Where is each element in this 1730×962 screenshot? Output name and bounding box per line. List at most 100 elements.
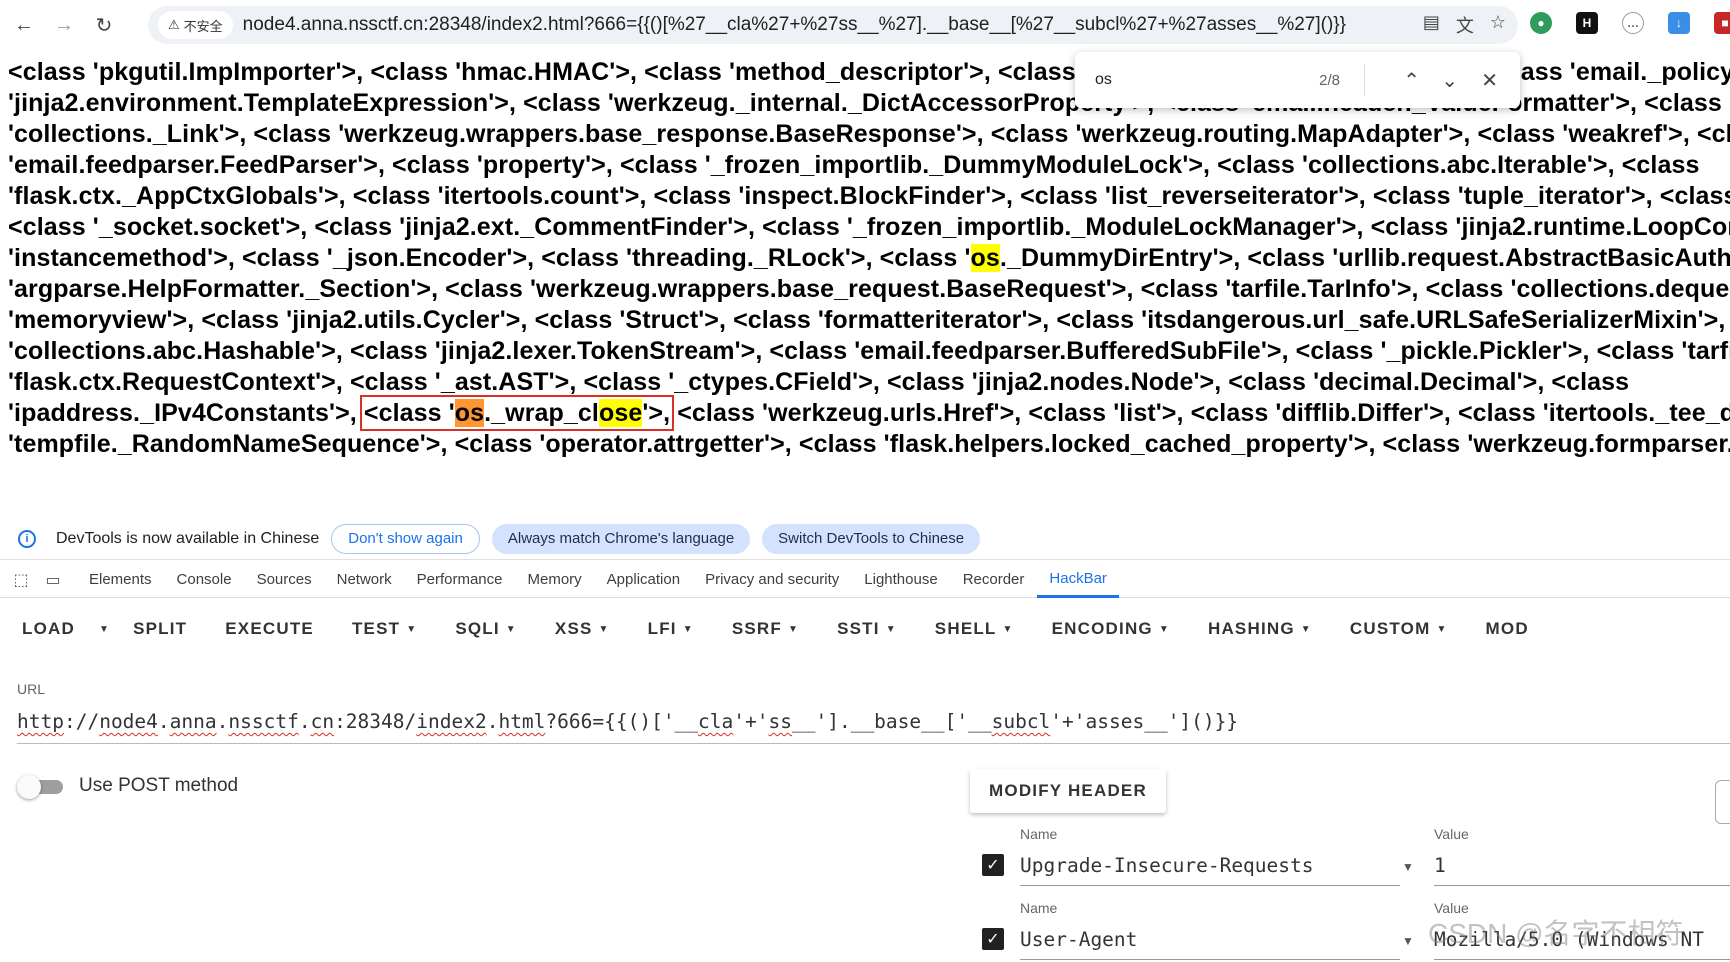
header-name-input[interactable]: Upgrade-Insecure-Requests [1020, 850, 1400, 886]
tab-performance[interactable]: Performance [417, 562, 503, 598]
back-arrow-icon[interactable]: ← [4, 5, 44, 45]
menu-label: LOAD [22, 619, 75, 638]
find-previous-icon[interactable]: ⌃ [1403, 68, 1420, 93]
forward-arrow-icon[interactable]: → [44, 5, 84, 45]
hackbar-execute-button[interactable]: EXECUTE [225, 619, 314, 639]
find-close-icon[interactable]: ✕ [1481, 68, 1498, 93]
hackbar-hashing-button[interactable]: HASHING ▼ [1208, 619, 1312, 639]
chat-icon[interactable]: … [1622, 12, 1644, 34]
post-method-row: Use POST method [17, 775, 238, 799]
line-text: 'collections.abc.Hashable'>, <class 'jin… [8, 337, 1730, 365]
caret-down-icon: ▼ [885, 624, 897, 636]
menu-label: SSTI [837, 619, 880, 638]
hackbar-ssrf-button[interactable]: SSRF ▼ [732, 619, 799, 639]
caret-down-icon: ▼ [598, 624, 610, 636]
url-text-segment: cn [310, 710, 335, 733]
hackbar-lfi-button[interactable]: LFI ▼ [648, 619, 694, 639]
header-name-label: Name [1020, 900, 1058, 916]
hackbar-load-button[interactable]: LOAD ▼ [22, 619, 110, 639]
dropdown-caret-icon[interactable]: ▼ [1402, 934, 1414, 948]
header-value-input[interactable]: 1 [1434, 850, 1730, 886]
tab-hackbar[interactable]: HackBar [1037, 562, 1119, 598]
header-name-label: Name [1020, 826, 1058, 842]
extension-h-icon[interactable]: H [1576, 12, 1598, 34]
address-bar-icons: ▤ 文 ☆ [1423, 12, 1506, 38]
url-text-segment: html [498, 710, 546, 733]
hackbar-test-button[interactable]: TEST ▼ [352, 619, 417, 639]
switch-devtools-chinese-button[interactable]: Switch DevTools to Chinese [762, 523, 981, 554]
tab-elements[interactable]: Elements [89, 562, 152, 598]
tab-recorder[interactable]: Recorder [963, 562, 1025, 598]
header-enabled-checkbox[interactable]: ✓ [982, 928, 1004, 950]
url-text-segment: . [216, 710, 229, 733]
page-search-icon[interactable]: ▤ [1423, 12, 1440, 38]
insecure-badge[interactable]: ⚠ 不安全 [158, 11, 233, 39]
inspect-element-icon[interactable]: ⬚ [10, 570, 32, 590]
find-input[interactable]: os [1095, 71, 1112, 89]
header-name-input[interactable]: User-Agent [1020, 924, 1400, 960]
menu-label: ENCODING [1051, 619, 1153, 638]
hackbar-mod-button[interactable]: MOD [1486, 619, 1529, 639]
line-text: ._wrap_cl [484, 399, 599, 427]
post-method-toggle[interactable] [17, 775, 65, 799]
bookmark-star-icon[interactable]: ☆ [1490, 12, 1506, 38]
dont-show-again-button[interactable]: Don't show again [331, 523, 480, 554]
address-text[interactable]: node4.anna.nssctf.cn:28348/index2.html?6… [243, 14, 1346, 36]
header-enabled-checkbox[interactable]: ✓ [982, 854, 1004, 876]
hackbar-split-button[interactable]: SPLIT [133, 619, 187, 639]
line-text: 'instancemethod'>, <class '_json.Encoder… [8, 244, 971, 272]
url-text-segment: '+'asses__']()}} [1050, 710, 1239, 733]
tab-application[interactable]: Application [607, 562, 680, 598]
tab-console[interactable]: Console [177, 562, 232, 598]
hackbar-sqli-button[interactable]: SQLI ▼ [455, 619, 517, 639]
menu-label: SHELL [934, 619, 997, 638]
url-text-segment: . [157, 710, 170, 733]
always-match-language-button[interactable]: Always match Chrome's language [491, 523, 751, 554]
reload-icon[interactable]: ↻ [84, 5, 124, 45]
hackbar-custom-button[interactable]: CUSTOM ▼ [1350, 619, 1448, 639]
url-text-segment: subcl [991, 710, 1051, 733]
menu-label: TEST [351, 619, 401, 638]
search-match: os [454, 399, 485, 427]
address-bar[interactable]: ⚠ 不安全 node4.anna.nssctf.cn:28348/index2.… [148, 6, 1518, 44]
url-input[interactable]: http://node4.anna.nssctf.cn:28348/index2… [17, 706, 1730, 744]
tab-lighthouse[interactable]: Lighthouse [864, 562, 937, 598]
url-label: URL [17, 681, 46, 697]
header-row: ✓ Name Upgrade-Insecure-Requests ▼ Value… [982, 826, 1730, 896]
line-text: ._DummyDirEntry'>, <class 'urllib.reques… [999, 244, 1730, 272]
devtools-tab-bar: ⬚ ▭ Elements Console Sources Network Perform… [0, 562, 1730, 598]
translate-icon[interactable]: 文 [1456, 12, 1474, 38]
find-next-icon[interactable]: ⌄ [1441, 68, 1458, 93]
tab-sources[interactable]: Sources [257, 562, 312, 598]
caret-down-icon: ▼ [505, 624, 517, 636]
url-text-segment: index2 [416, 710, 487, 733]
hackbar-ssti-button[interactable]: SSTI ▼ [837, 619, 897, 639]
menu-label: EXECUTE [225, 619, 314, 638]
line-text: <class '_socket.socket'>, <class 'jinja2… [8, 213, 1730, 241]
url-text-segment: ss [768, 710, 792, 733]
line-text: 'tempfile._RandomNameSequence'>, <class … [8, 430, 1730, 458]
devtools-language-infobar: i DevTools is now available in Chinese D… [0, 518, 1730, 560]
side-panel-handle[interactable] [1715, 780, 1730, 824]
search-match: ose [598, 399, 643, 427]
shield-extension-icon[interactable]: ■ [1714, 12, 1730, 34]
hackbar-shell-button[interactable]: SHELL ▼ [935, 619, 1014, 639]
hackbar-menu: LOAD ▼ SPLIT EXECUTE TEST ▼ SQLI ▼ XSS ▼ LFI ▼ SSRF ▼… [0, 600, 1730, 658]
modify-header-button[interactable]: MODIFY HEADER [970, 769, 1166, 813]
download-extension-icon[interactable]: ↓ [1668, 12, 1690, 34]
csdn-watermark: CSDN @名字不相符 [1428, 918, 1684, 949]
tab-network[interactable]: Network [337, 562, 392, 598]
class-list-line: 'instancemethod'>, <class '_json.Encoder… [8, 244, 1730, 273]
load-options-caret-icon[interactable]: ▼ [99, 624, 110, 635]
url-text-segment: nssctf [228, 710, 299, 733]
hackbar-encoding-button[interactable]: ENCODING ▼ [1052, 619, 1170, 639]
menu-label: XSS [554, 619, 593, 638]
caret-down-icon: ▼ [1300, 624, 1312, 636]
device-toolbar-icon[interactable]: ▭ [42, 570, 64, 590]
tab-privacy-and-security[interactable]: Privacy and security [705, 562, 839, 598]
hackbar-xss-button[interactable]: XSS ▼ [555, 619, 610, 639]
dropdown-caret-icon[interactable]: ▼ [1402, 860, 1414, 874]
extension-green-icon[interactable]: ● [1530, 12, 1552, 34]
tab-memory[interactable]: Memory [528, 562, 582, 598]
menu-label: LFI [647, 619, 677, 638]
